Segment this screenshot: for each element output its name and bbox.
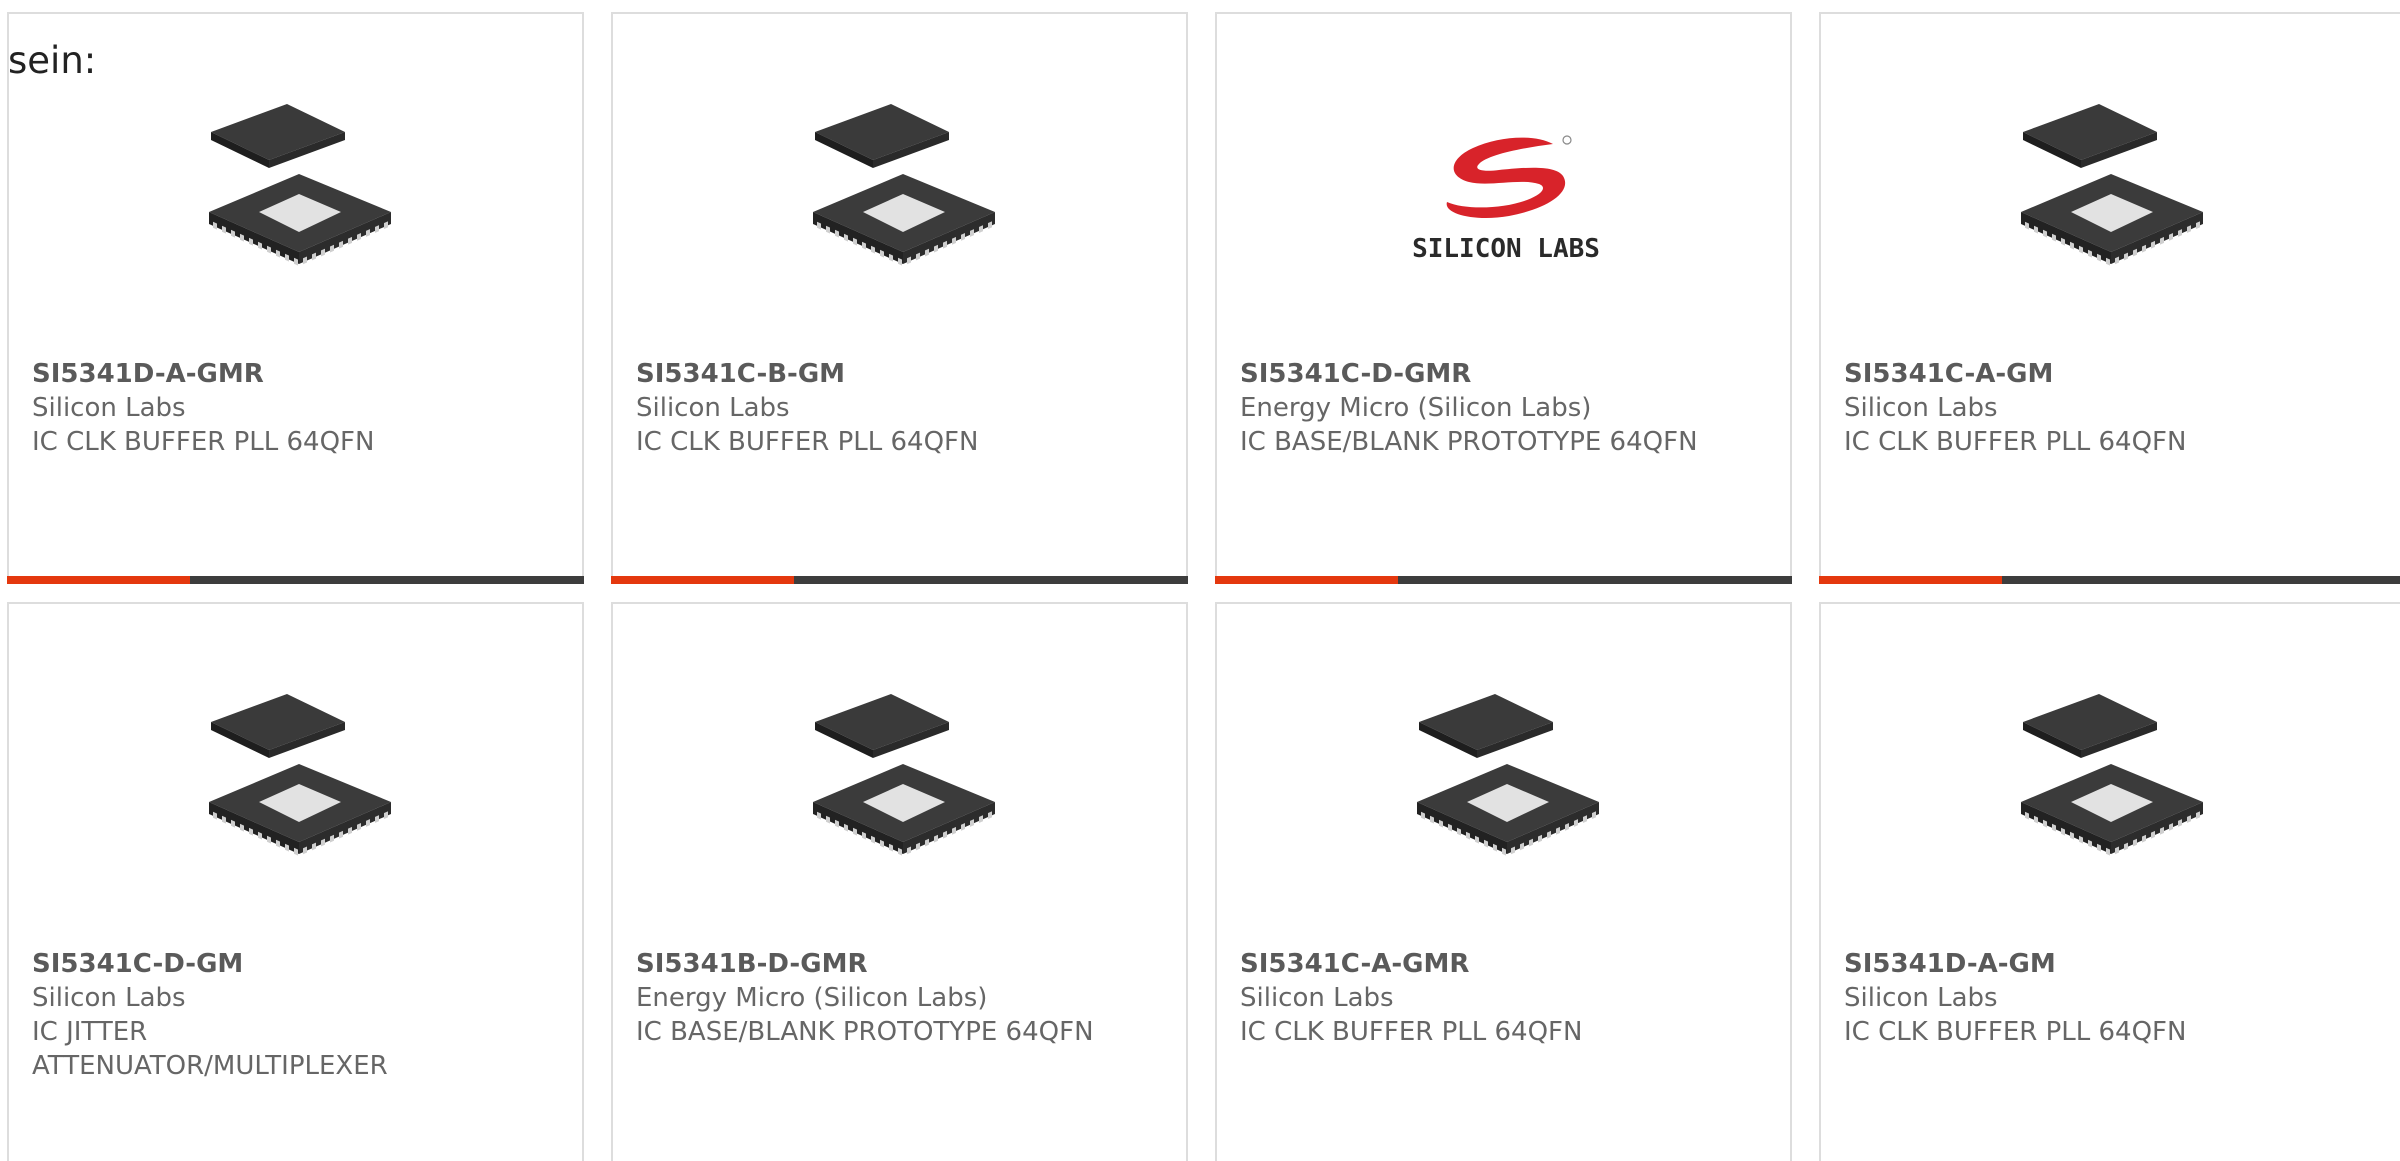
qfn-chip-icon (195, 84, 401, 290)
part-number-link[interactable]: SI5341C-A-GMR (1240, 947, 1700, 981)
intro-text: sein: (8, 39, 97, 82)
product-description: IC CLK BUFFER PLL 64QFN (1844, 427, 2187, 457)
product-card[interactable]: SILICON LABS SI5341C-D-GMR Energy Micro … (1215, 12, 1792, 584)
product-description: IC CLK BUFFER PLL 64QFN (636, 427, 979, 457)
qfn-chip-icon (799, 84, 1005, 290)
product-description: IC BASE/BLANK PROTOTYPE 64QFN (636, 1017, 1094, 1047)
product-card[interactable]: SI5341C-B-GM Silicon Labs IC CLK BUFFER … (611, 12, 1188, 584)
qfn-chip-icon (1403, 674, 1609, 880)
product-description: IC BASE/BLANK PROTOTYPE 64QFN (1240, 427, 1698, 457)
accent-bar (611, 576, 794, 584)
accent-bar (1819, 576, 2002, 584)
product-description: IC CLK BUFFER PLL 64QFN (1844, 1017, 2187, 1047)
part-number-link[interactable]: SI5341C-D-GM (32, 947, 492, 981)
manufacturer-name: Silicon Labs (32, 983, 186, 1013)
silicon-labs-logo: SILICON LABS (1403, 84, 1609, 290)
manufacturer-name: Silicon Labs (1844, 983, 1998, 1013)
qfn-chip-icon (799, 674, 1005, 880)
product-card[interactable]: SI5341D-A-GMR Silicon Labs IC CLK BUFFER… (7, 12, 584, 584)
accent-bar (7, 576, 190, 584)
manufacturer-name: Silicon Labs (32, 393, 186, 423)
product-description: IC CLK BUFFER PLL 64QFN (32, 427, 375, 457)
product-description: IC JITTER ATTENUATOR/MULTIPLEXER (32, 1017, 388, 1081)
product-card[interactable]: SI5341C-A-GM Silicon Labs IC CLK BUFFER … (1819, 12, 2400, 584)
qfn-chip-icon (2007, 674, 2213, 880)
card-divider-bar (1819, 576, 2400, 584)
card-divider-bar (1215, 576, 1792, 584)
product-card[interactable]: SI5341C-D-GM Silicon Labs IC JITTER ATTE… (7, 602, 584, 1161)
qfn-chip-icon (2007, 84, 2213, 290)
part-number-link[interactable]: SI5341B-D-GMR (636, 947, 1096, 981)
part-number-link[interactable]: SI5341D-A-GMR (32, 357, 492, 391)
card-divider-bar (611, 576, 1188, 584)
product-description: IC CLK BUFFER PLL 64QFN (1240, 1017, 1583, 1047)
logo-text: SILICON LABS (1412, 234, 1600, 264)
product-grid: sein: SI5341D-A-GMR Silicon Labs IC CLK … (0, 0, 2400, 1161)
accent-bar (1215, 576, 1398, 584)
manufacturer-name: Silicon Labs (636, 393, 790, 423)
part-number-link[interactable]: SI5341D-A-GM (1844, 947, 2304, 981)
manufacturer-name: Energy Micro (Silicon Labs) (636, 983, 988, 1013)
product-card[interactable]: SI5341D-A-GM Silicon Labs IC CLK BUFFER … (1819, 602, 2400, 1161)
manufacturer-name: Silicon Labs (1240, 983, 1394, 1013)
manufacturer-name: Energy Micro (Silicon Labs) (1240, 393, 1592, 423)
part-number-link[interactable]: SI5341C-A-GM (1844, 357, 2304, 391)
part-number-link[interactable]: SI5341C-B-GM (636, 357, 1096, 391)
card-divider-bar (7, 576, 584, 584)
manufacturer-name: Silicon Labs (1844, 393, 1998, 423)
product-card[interactable]: SI5341B-D-GMR Energy Micro (Silicon Labs… (611, 602, 1188, 1161)
part-number-link[interactable]: SI5341C-D-GMR (1240, 357, 1700, 391)
product-card[interactable]: SI5341C-A-GMR Silicon Labs IC CLK BUFFER… (1215, 602, 1792, 1161)
qfn-chip-icon (195, 674, 401, 880)
